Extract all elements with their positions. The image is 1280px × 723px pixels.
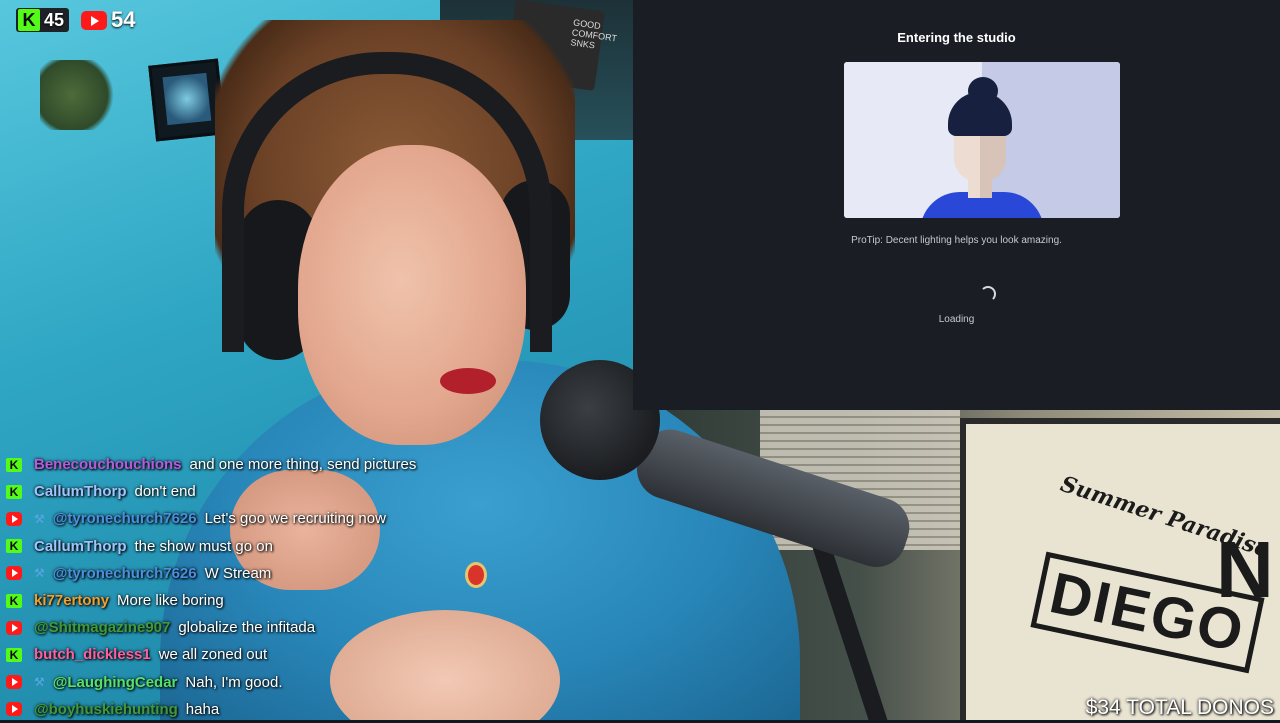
- chat-username: Benecouchouchions: [34, 456, 182, 474]
- chat-username: @tyronechurch7626: [52, 510, 197, 528]
- youtube-logo-icon: [6, 511, 22, 526]
- chat-text: don't end: [134, 483, 196, 501]
- streamer-face: [298, 145, 526, 445]
- chat-message: ⚒ @LaughingCedar Nah, I'm good.: [6, 669, 566, 696]
- kick-logo-icon: K: [18, 9, 40, 31]
- wrench-icon: ⚒: [34, 566, 45, 581]
- chat-username: @boyhuskiehunting: [34, 700, 178, 718]
- avatar-preview: [844, 62, 1120, 218]
- youtube-logo-icon: [6, 702, 22, 717]
- chat-message: K Benecouchouchions and one more thing, se…: [6, 451, 566, 478]
- poster-n-text: N: [1216, 525, 1274, 614]
- chat-username: CallumThorp: [34, 483, 127, 501]
- chat-message: ⚒ @tyronechurch7626 W Stream: [6, 560, 566, 587]
- chat-message: K CallumThorp don't end: [6, 478, 566, 505]
- kick-logo-icon: K: [6, 457, 22, 472]
- avatar-hair-bun: [968, 77, 998, 105]
- wrench-icon: ⚒: [34, 675, 45, 690]
- chat-username: @Shitmagazine907: [34, 619, 171, 637]
- chat-text: W Stream: [204, 564, 272, 582]
- shelf-plant: [40, 60, 120, 130]
- youtube-logo-icon: [81, 10, 108, 30]
- chat-message: Kki77ertony More like boring: [6, 587, 566, 614]
- youtube-logo-icon: [6, 675, 22, 690]
- chat-message: ⚒ @tyronechurch7626 Let's goo we recruitin…: [6, 505, 566, 532]
- youtube-logo-icon: [6, 566, 22, 581]
- chat-text: the show must go on: [134, 537, 273, 555]
- youtube-viewer-count: 54: [111, 7, 136, 32]
- kick-viewer-count: 45: [44, 9, 65, 30]
- chat-username: @tyronechurch7626: [52, 564, 197, 582]
- chat-text: globalize the infitada: [178, 619, 316, 637]
- chat-overlay: K Benecouchouchions and one more thing, se…: [6, 451, 566, 723]
- studio-title: Entering the studio: [897, 30, 1016, 45]
- youtube-logo-icon: [6, 620, 22, 635]
- studio-loading-panel: Entering the studio ProTip: Decent light…: [633, 0, 1280, 410]
- shelf-box-text: GOOD COMFORT SNKS: [569, 17, 618, 51]
- loading-spinner-icon: [980, 286, 996, 302]
- chat-username: CallumThorp: [34, 537, 127, 555]
- chat-message: @boyhuskiehunting haha: [6, 696, 566, 723]
- diego-poster: Summer Paradise DIEGO N: [960, 418, 1280, 720]
- chat-text: Nah, I'm good.: [185, 673, 283, 691]
- kick-logo-icon: K: [6, 539, 22, 554]
- chat-text: Let's goo we recruiting now: [204, 510, 386, 528]
- kick-logo-icon: K: [6, 647, 22, 662]
- chat-message: K CallumThorp the show must go on: [6, 533, 566, 560]
- chat-text: haha: [185, 700, 220, 718]
- loading-label: Loading: [938, 314, 975, 325]
- kick-viewer-badge: K 45: [16, 8, 70, 32]
- streamer-lips: [440, 368, 496, 394]
- donation-total: $34 TOTAL DONOS: [1085, 696, 1274, 719]
- kick-logo-icon: K: [6, 593, 22, 608]
- chat-message: @Shitmagazine907 globalize the infitada: [6, 614, 566, 641]
- chat-username: butch_dickless1: [34, 646, 151, 664]
- chat-text: we all zoned out: [158, 646, 268, 664]
- chat-text: and one more thing, send pictures: [189, 456, 417, 474]
- viewer-counters: K 45 54: [16, 6, 136, 34]
- protip-text: ProTip: Decent lighting helps you look a…: [851, 235, 1062, 246]
- chat-text: More like boring: [117, 592, 224, 610]
- chat-username: ki77ertony: [34, 592, 110, 610]
- wrench-icon: ⚒: [34, 511, 45, 526]
- kick-logo-icon: K: [6, 484, 22, 499]
- chat-message: Kbutch_dickless1 we all zoned out: [6, 641, 566, 668]
- chat-username: @LaughingCedar: [52, 673, 178, 691]
